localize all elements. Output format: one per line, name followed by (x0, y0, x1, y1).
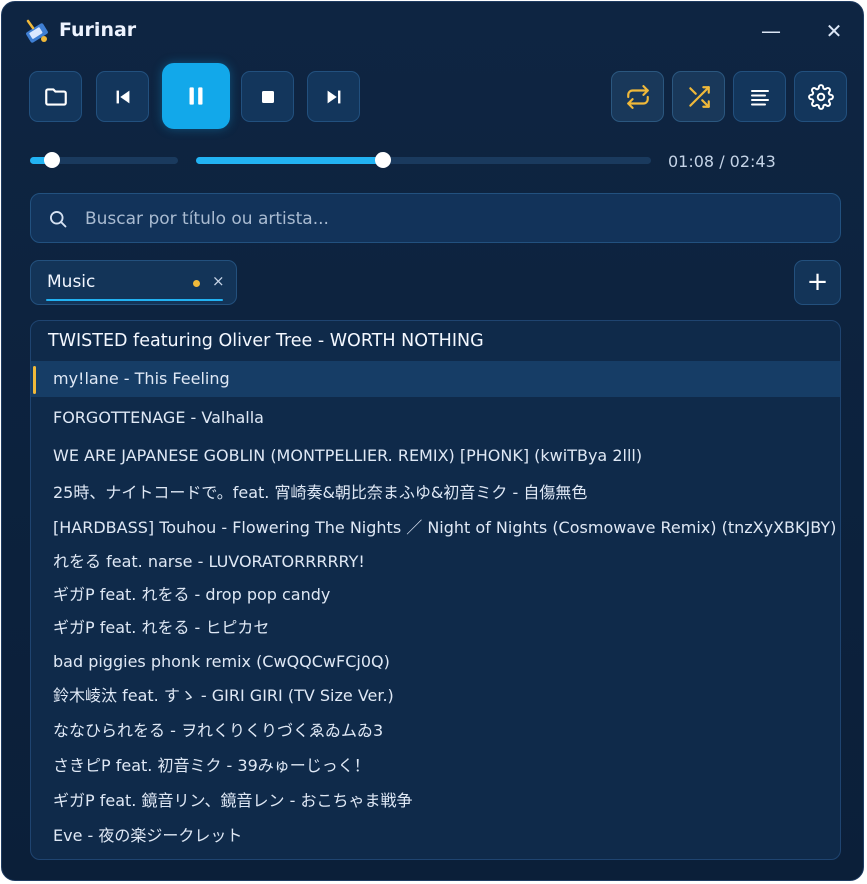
queue-button[interactable] (733, 71, 786, 122)
tab-label: Music (47, 272, 96, 292)
add-playlist-button[interactable]: + (794, 260, 841, 305)
track-row[interactable]: Eve - 夜の楽ジークレット (31, 818, 840, 854)
track-row[interactable]: ギガP feat. れをる - drop pop candy (31, 577, 840, 613)
track-title: FORGOTTENAGE - Valhalla (53, 408, 264, 427)
track-row-active[interactable]: my!lane - This Feeling (31, 361, 840, 397)
progress-knob[interactable] (374, 152, 391, 168)
time-display: 01:08 / 02:43 (668, 152, 776, 171)
track-title: my!lane - This Feeling (53, 369, 230, 388)
app-window: Furinar — ✕ 01:08 / 02:43 Buscar por tít… (1, 1, 864, 881)
previous-button[interactable] (96, 71, 149, 122)
track-title: bad piggies phonk remix (CwQQCwFCj0Q) (53, 652, 390, 671)
track-title: ギガP feat. れをる - ヒピカセ (53, 618, 270, 637)
track-row[interactable]: ギガP feat. れをる - ヒピカセ (31, 610, 840, 646)
track-row[interactable]: TWISTED featuring Oliver Tree - WORTH NO… (31, 323, 840, 359)
pause-button[interactable] (162, 63, 230, 129)
search-icon (50, 211, 67, 228)
stop-icon (261, 90, 274, 103)
title-bar[interactable]: Furinar — ✕ (2, 2, 863, 60)
volume-slider[interactable] (30, 152, 178, 168)
folder-icon (44, 87, 67, 106)
track-row[interactable]: 25時、ナイトコードで。feat. 宵崎奏&朝比奈まふゆ&初音ミク - 自傷無色 (31, 475, 840, 511)
track-title: ギガP feat. れをる - drop pop candy (53, 585, 331, 604)
track-title: 鈴木崚汰 feat. すゝ - GIRI GIRI (TV Size Ver.) (53, 686, 394, 705)
track-title: WE ARE JAPANESE GOBLIN (MONTPELLIER. REM… (53, 446, 643, 465)
tab-music[interactable]: Music × (30, 260, 237, 305)
search-input[interactable] (83, 194, 827, 244)
track-title: 25時、ナイトコードで。feat. 宵崎奏&朝比奈まふゆ&初音ミク - 自傷無色 (53, 483, 588, 502)
tab-close-button[interactable]: × (212, 272, 225, 290)
settings-button[interactable] (794, 71, 847, 122)
track-row[interactable]: れをる feat. narse - LUVORATORRRRRY! (31, 544, 840, 580)
track-row[interactable]: さきピP feat. 初音ミク - 39みゅーじっく！ (31, 748, 840, 784)
now-playing-indicator (33, 366, 36, 394)
stop-button[interactable] (241, 71, 294, 122)
minimize-button[interactable]: — (756, 16, 786, 46)
skip-forward-icon (327, 90, 340, 103)
skip-back-icon (116, 90, 129, 103)
tab-active-underline (46, 299, 223, 301)
track-row[interactable]: 鈴木崚汰 feat. すゝ - GIRI GIRI (TV Size Ver.) (31, 678, 840, 714)
track-title: さきピP feat. 初音ミク - 39みゅーじっく！ (53, 756, 370, 775)
track-row[interactable]: WE ARE JAPANESE GOBLIN (MONTPELLIER. REM… (31, 438, 840, 474)
track-row[interactable]: ななひられをる - ヲれくりくりづくゑゐムゐ3 (31, 713, 840, 749)
close-button[interactable]: ✕ (819, 16, 849, 46)
track-title: TWISTED featuring Oliver Tree - WORTH NO… (48, 331, 484, 351)
open-folder-button[interactable] (29, 71, 82, 122)
gear-icon (807, 83, 834, 110)
track-title: ななひられをる - ヲれくりくりづくゑゐムゐ3 (53, 721, 384, 740)
next-button[interactable] (307, 71, 360, 122)
shuffle-icon (688, 85, 710, 108)
shuffle-button[interactable] (672, 71, 725, 122)
track-title: Eve - 夜の楽ジークレット (53, 826, 243, 845)
volume-knob[interactable] (44, 152, 61, 168)
app-logo-icon (26, 19, 48, 43)
track-row[interactable]: FORGOTTENAGE - Valhalla (31, 400, 840, 436)
pause-icon (189, 87, 203, 105)
track-title: れをる feat. narse - LUVORATORRRRRY! (53, 552, 365, 571)
track-row[interactable]: bad piggies phonk remix (CwQQCwFCj0Q) (31, 644, 840, 680)
repeat-icon (626, 84, 649, 109)
unsaved-indicator (193, 280, 200, 287)
track-list[interactable]: TWISTED featuring Oliver Tree - WORTH NO… (30, 320, 841, 860)
progress-fill (196, 157, 383, 164)
track-row[interactable]: [HARDBASS] Touhou - Flowering The Nights… (31, 510, 840, 546)
track-row[interactable]: ギガP feat. 鏡音リン、鏡音レン - おこちゃま戦争 (31, 783, 840, 819)
progress-slider[interactable] (196, 152, 651, 168)
track-title: ギガP feat. 鏡音リン、鏡音レン - おこちゃま戦争 (53, 791, 413, 810)
track-title: [HARDBASS] Touhou - Flowering The Nights… (53, 518, 837, 537)
search-box[interactable] (30, 193, 841, 244)
app-title: Furinar (59, 19, 137, 41)
list-icon (750, 89, 769, 105)
repeat-button[interactable] (611, 71, 664, 122)
